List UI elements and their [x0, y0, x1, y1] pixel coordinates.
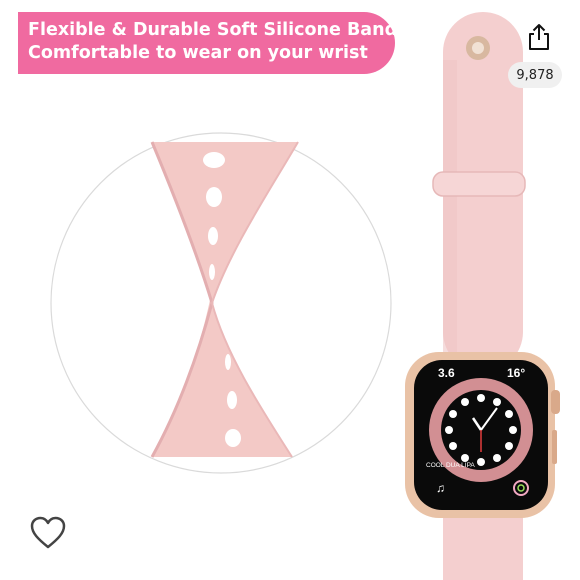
product-image: 3.6 16° COOL DUA LIPA ♫ — [50, 12, 560, 580]
digital-crown — [551, 390, 560, 414]
complication-bottom-left: COOL DUA LIPA — [426, 462, 475, 469]
complication-top-right: 16° — [507, 366, 525, 380]
favorite-count: 9,878 — [516, 68, 554, 83]
complication-top-left: 3.6 — [438, 366, 455, 380]
favorite-count-badge: 9,878 — [508, 62, 562, 88]
share-button[interactable] — [524, 22, 554, 52]
side-button — [552, 430, 557, 464]
music-note-icon: ♫ — [436, 481, 445, 495]
heart-icon — [30, 516, 66, 549]
favorite-button[interactable] — [28, 515, 68, 551]
share-icon — [529, 24, 549, 50]
